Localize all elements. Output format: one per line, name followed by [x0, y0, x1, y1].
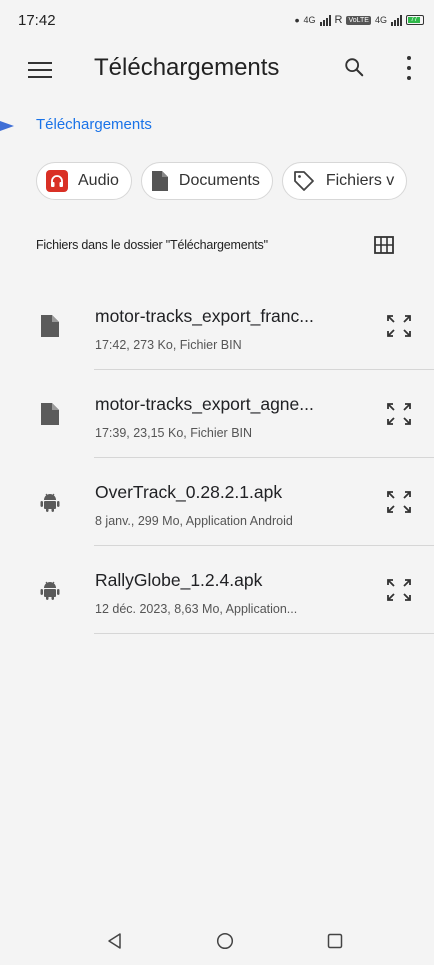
home-icon[interactable]	[216, 932, 234, 950]
dot-indicator: •	[294, 12, 300, 28]
file-row[interactable]: motor-tracks_export_franc... 17:42, 273 …	[0, 282, 434, 370]
grid-view-icon[interactable]	[374, 236, 394, 254]
roaming-label: R	[334, 14, 343, 26]
file-name: RallyGlobe_1.2.4.apk	[95, 570, 263, 590]
file-name: motor-tracks_export_agne...	[95, 394, 314, 414]
android-icon	[40, 581, 60, 600]
chip-documents[interactable]: Documents	[140, 162, 273, 200]
battery-icon: 77	[406, 15, 424, 25]
file-row[interactable]: RallyGlobe_1.2.4.apk 12 déc. 2023, 8,63 …	[0, 546, 434, 634]
more-options-icon[interactable]	[402, 56, 416, 80]
network-type-label: 4G	[303, 15, 316, 25]
file-row[interactable]: OverTrack_0.28.2.1.apk 8 janv., 299 Mo, …	[0, 458, 434, 546]
status-bar: 17:42 • 4G R VoLTE 4G 77	[0, 0, 434, 40]
category-chips: Audio Documents Fichiers v	[36, 162, 408, 200]
android-icon	[40, 493, 60, 512]
app-bar: Téléchargements	[0, 44, 434, 92]
chip-label: Audio	[78, 172, 119, 189]
file-meta: 12 déc. 2023, 8,63 Mo, Application...	[95, 602, 298, 616]
file-name: motor-tracks_export_franc...	[95, 306, 314, 326]
chip-label: Documents	[178, 172, 260, 189]
headphones-icon	[46, 170, 68, 192]
chip-other-files[interactable]: Fichiers v	[281, 162, 408, 200]
volte-badge: VoLTE	[346, 15, 371, 25]
breadcrumb[interactable]: Téléchargements	[36, 116, 152, 133]
section-header: Fichiers dans le dossier "Téléchargement…	[36, 238, 268, 252]
signal-icon	[319, 14, 331, 26]
signal-icon-2	[391, 14, 402, 26]
status-time: 17:42	[18, 11, 56, 29]
network-type-label-2: 4G	[374, 15, 387, 25]
menu-icon[interactable]	[28, 58, 52, 78]
file-meta: 8 janv., 299 Mo, Application Android	[95, 514, 293, 528]
file-row[interactable]: motor-tracks_export_agne... 17:39, 23,15…	[0, 370, 434, 458]
expand-icon[interactable]	[384, 312, 414, 340]
file-icon	[41, 403, 59, 425]
chip-label: Fichiers v	[325, 172, 395, 189]
tag-icon	[293, 171, 314, 191]
chip-audio[interactable]: Audio	[36, 162, 132, 200]
expand-icon[interactable]	[384, 400, 414, 428]
file-name: OverTrack_0.28.2.1.apk	[95, 482, 283, 502]
file-icon	[41, 315, 59, 337]
recent-apps-icon[interactable]	[327, 933, 343, 949]
arrow-indicator-icon	[0, 121, 14, 131]
file-list: motor-tracks_export_franc... 17:42, 273 …	[0, 282, 434, 634]
file-meta: 17:39, 23,15 Ko, Fichier BIN	[95, 426, 253, 440]
document-icon	[151, 171, 168, 191]
page-title: Téléchargements	[94, 54, 280, 81]
expand-icon[interactable]	[384, 576, 414, 604]
battery-level: 77	[408, 17, 420, 23]
divider	[94, 633, 434, 634]
system-nav-bar	[0, 922, 434, 962]
expand-icon[interactable]	[384, 488, 414, 516]
search-icon[interactable]	[343, 56, 365, 78]
status-icons: • 4G R VoLTE 4G 77	[294, 12, 424, 28]
file-meta: 17:42, 273 Ko, Fichier BIN	[95, 338, 242, 352]
back-icon[interactable]	[106, 932, 124, 950]
